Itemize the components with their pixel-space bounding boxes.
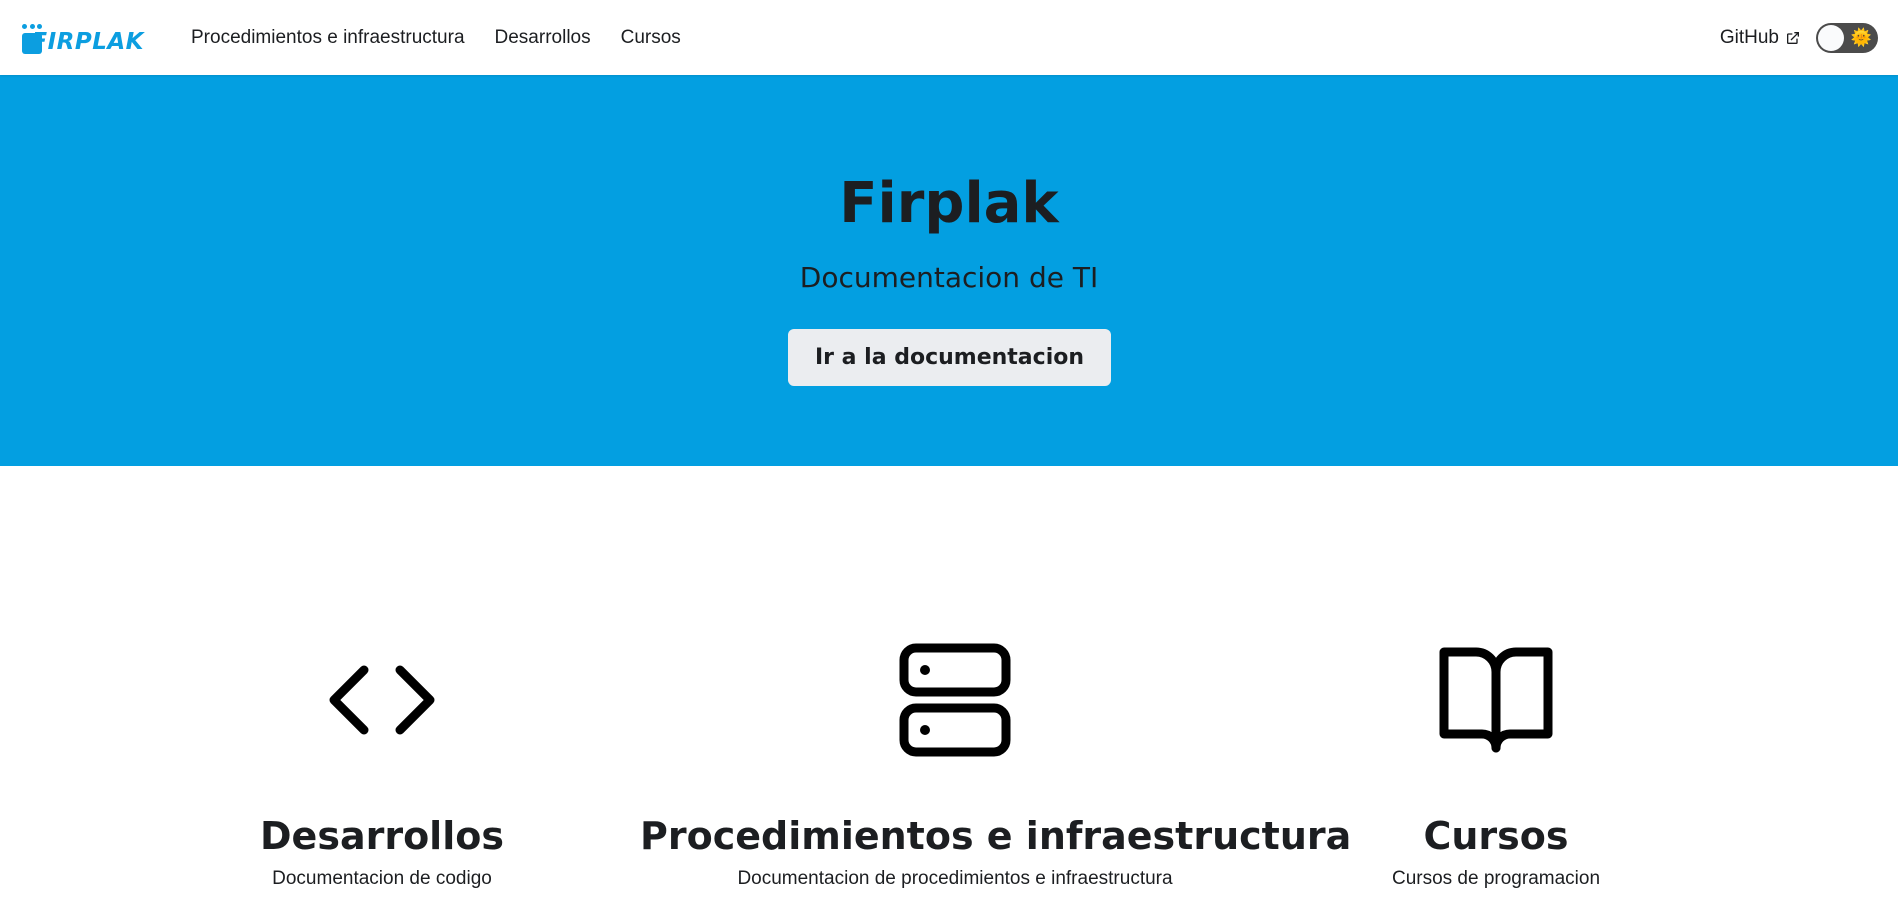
nav-link-procedimientos[interactable]: Procedimientos e infraestructura xyxy=(191,27,465,49)
hero-title: Firplak xyxy=(839,171,1059,236)
feature-description: Documentacion de procedimientos e infrae… xyxy=(737,868,1173,889)
docs-button[interactable]: Ir a la documentacion xyxy=(788,329,1111,386)
hero-subtitle: Documentacion de TI xyxy=(799,261,1099,294)
theme-toggle[interactable]: 🌞 xyxy=(1816,22,1878,53)
feature-procedimientos: Procedimientos e infraestructura Documen… xyxy=(640,640,1352,890)
feature-title: Desarrollos xyxy=(260,814,504,858)
firplak-logo[interactable]: FIRPLAK xyxy=(22,22,144,54)
external-link-icon xyxy=(1787,31,1799,44)
feature-title: Procedimientos e infraestructura xyxy=(640,814,1352,858)
book-icon xyxy=(1439,647,1553,753)
feature-cursos: Cursos Cursos de programacion xyxy=(1371,640,1621,890)
nav-link-cursos[interactable]: Cursos xyxy=(621,27,681,49)
hero-banner: Firplak Documentacion de TI Ir a la docu… xyxy=(0,75,1898,466)
logo-mark-icon xyxy=(22,24,42,54)
feature-title: Cursos xyxy=(1423,814,1569,858)
github-link[interactable]: GitHub xyxy=(1720,27,1801,49)
toggle-knob xyxy=(1818,24,1844,51)
server-icon xyxy=(899,643,1011,757)
github-label: GitHub xyxy=(1719,26,1779,48)
navbar: FIRPLAK Procedimientos e infraestructura… xyxy=(0,0,1898,75)
nav-links: Procedimientos e infraestructura Desarro… xyxy=(191,0,711,75)
feature-description: Cursos de programacion xyxy=(1391,868,1601,889)
sun-icon: 🌞 xyxy=(1850,27,1872,48)
logo-text: FIRPLAK xyxy=(31,29,144,55)
feature-desarrollos: Desarrollos Documentacion de codigo xyxy=(240,640,524,890)
feature-description: Documentacion de codigo xyxy=(272,868,492,889)
nav-right: GitHub 🌞 xyxy=(1720,0,1878,75)
code-icon xyxy=(329,665,435,735)
nav-link-desarrollos[interactable]: Desarrollos xyxy=(495,27,591,49)
